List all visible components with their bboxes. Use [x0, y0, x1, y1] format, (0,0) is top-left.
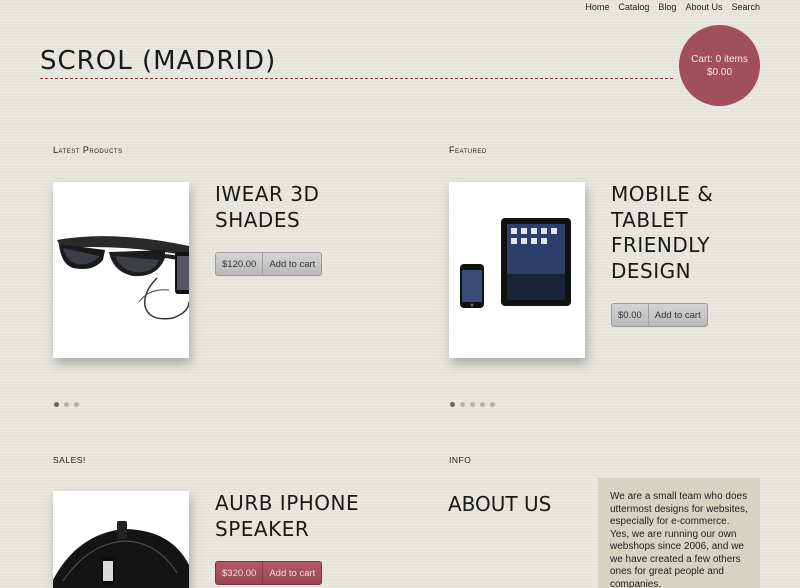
carousel-dot[interactable]: [470, 402, 475, 407]
featured-price: $0.00: [612, 304, 649, 326]
latest-add-label: Add to cart: [269, 258, 316, 270]
section-title-latest: Latest Products: [53, 145, 123, 155]
featured-add-to-cart-button[interactable]: $0.00 Add to cart: [611, 303, 708, 327]
sales-price: $320.00: [216, 562, 264, 584]
cart-items: Cart: 0 items: [691, 53, 748, 65]
featured-product-title[interactable]: MOBILE & TABLET FRIENDLY DESIGN: [611, 182, 713, 284]
carousel-dot[interactable]: [460, 402, 465, 407]
featured-title-line4: DESIGN: [611, 258, 692, 283]
carousel-dot[interactable]: [64, 402, 69, 407]
carousel-dot[interactable]: [54, 402, 59, 407]
featured-add-label: Add to cart: [654, 309, 701, 321]
cart-button[interactable]: Cart: 0 items $0.00: [679, 25, 760, 106]
nav-blog[interactable]: Blog: [658, 2, 676, 12]
carousel-dot[interactable]: [490, 402, 495, 407]
tablet-phone-image: [460, 218, 571, 308]
sales-add-label: Add to cart: [269, 567, 316, 579]
nav-search[interactable]: Search: [731, 2, 760, 12]
site-title[interactable]: SCROL (MADRID): [40, 46, 276, 76]
about-us-text: We are a small team who does uttermost d…: [598, 478, 760, 588]
sales-add-to-cart-button[interactable]: $320.00 Add to cart: [215, 561, 323, 585]
title-divider: [40, 78, 673, 79]
featured-carousel-dots: [450, 402, 495, 407]
latest-title-line2: SHADES: [215, 207, 301, 232]
featured-product-image[interactable]: [449, 182, 585, 358]
latest-product-image[interactable]: [53, 182, 189, 358]
3d-glasses-image: [57, 236, 189, 320]
carousel-dot[interactable]: [480, 402, 485, 407]
section-title-featured: Featured: [449, 145, 487, 155]
section-title-sales: SALES!: [53, 455, 86, 465]
nav-about-us[interactable]: About Us: [685, 2, 722, 12]
latest-product-title[interactable]: IWEAR 3D SHADES: [215, 182, 319, 233]
top-nav: Home Catalog Blog About Us Search: [585, 2, 760, 12]
speaker-image: [53, 521, 189, 588]
latest-title-line1: IWEAR 3D: [215, 182, 320, 206]
sales-title-line1: AURB IPHONE: [215, 491, 360, 515]
latest-carousel-dots: [54, 402, 79, 407]
featured-title-line3: FRIENDLY: [611, 233, 710, 257]
latest-price: $120.00: [216, 253, 264, 275]
nav-catalog[interactable]: Catalog: [618, 2, 649, 12]
carousel-dot[interactable]: [450, 402, 455, 407]
sales-product-image[interactable]: [53, 491, 189, 588]
sales-product-title[interactable]: AURB IPHONE SPEAKER: [215, 491, 359, 542]
featured-title-line1: MOBILE &: [611, 182, 714, 206]
section-title-info: INFO: [449, 455, 472, 465]
about-us-heading: ABOUT US: [448, 492, 552, 516]
nav-home[interactable]: Home: [585, 2, 609, 12]
sales-title-line2: SPEAKER: [215, 516, 310, 541]
carousel-dot[interactable]: [74, 402, 79, 407]
featured-title-line2: TABLET: [611, 207, 689, 232]
cart-total: $0.00: [706, 66, 733, 78]
latest-add-to-cart-button[interactable]: $120.00 Add to cart: [215, 252, 323, 276]
